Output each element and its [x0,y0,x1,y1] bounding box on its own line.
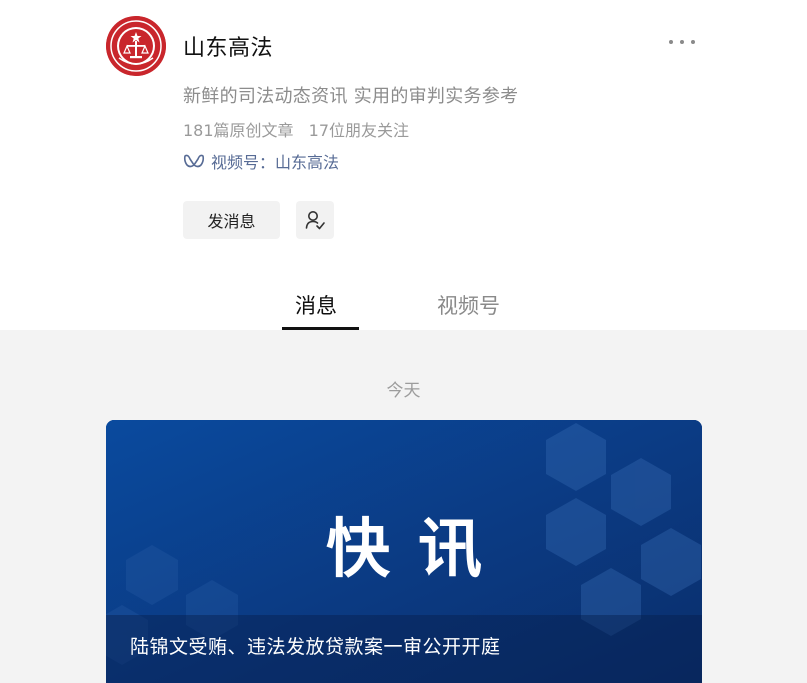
article-card[interactable]: 快讯 陆锦文受贿、违法发放贷款案一审公开开庭 [106,420,702,683]
friends-following-count: 17位朋友关注 [308,121,410,140]
more-dots-icon[interactable] [666,30,698,54]
profile-tabs: 消息 视频号 [0,282,807,330]
dot [680,40,684,44]
tab-video-channel[interactable]: 视频号 [437,290,500,320]
account-profile: 山东高法 新鲜的司法动态资讯 实用的审判实务参考 181篇原创文章 17位朋友关… [0,0,807,330]
tab-messages[interactable]: 消息 [295,290,337,320]
date-divider: 今天 [386,381,421,401]
original-articles-count: 181篇原创文章 [183,121,294,140]
account-stats: 181篇原创文章 17位朋友关注 [183,117,409,141]
video-channel-icon [183,154,205,168]
follow-button[interactable] [296,201,334,239]
account-avatar[interactable] [106,16,166,76]
message-feed: 今天 快讯 陆锦文受贿、违法发放贷款案一审公开开庭 [0,330,807,683]
account-description: 新鲜的司法动态资讯 实用的审判实务参考 [183,86,519,107]
video-channel-label: 视频号：山东高法 [211,153,340,172]
article-title: 陆锦文受贿、违法发放贷款案一审公开开庭 [130,636,501,658]
dot [691,40,695,44]
cover-headline: 快讯 [326,513,510,587]
account-name: 山东高法 [183,36,274,61]
dot [669,40,673,44]
video-channel-link[interactable]: 视频号：山东高法 [183,149,339,173]
send-message-button[interactable]: 发消息 [183,201,280,239]
court-emblem-icon [106,16,166,76]
user-follow-icon [305,211,325,230]
